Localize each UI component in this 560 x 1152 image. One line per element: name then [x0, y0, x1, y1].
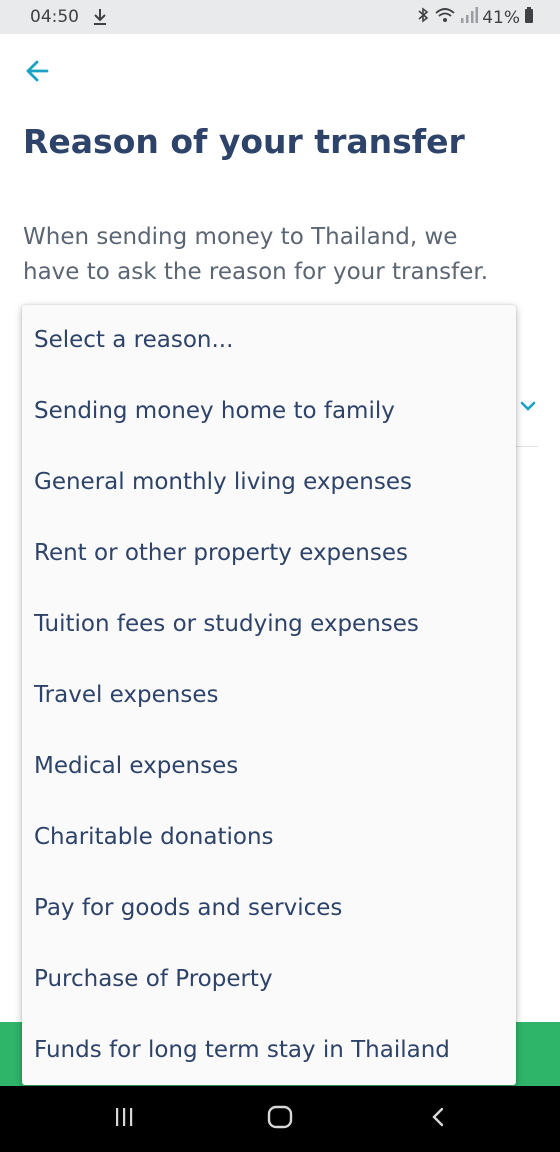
dropdown-option[interactable]: Tuition fees or studying expenses — [22, 589, 516, 660]
battery-icon — [524, 6, 534, 29]
back-nav-icon — [430, 1106, 446, 1132]
bluetooth-icon — [416, 6, 430, 29]
description-text: When sending money to Thailand, we have … — [23, 220, 533, 290]
dropdown-option[interactable]: Medical expenses — [22, 731, 516, 802]
signal-icon — [460, 6, 479, 29]
dropdown-option[interactable]: Funds for long term stay in Thailand — [22, 1015, 516, 1085]
description-line-1: When sending money to Thailand, we — [23, 224, 458, 250]
back-nav-button[interactable] — [408, 1086, 468, 1152]
dropdown-option[interactable]: Travel expenses — [22, 660, 516, 731]
dropdown-option[interactable]: Pay for goods and services — [22, 873, 516, 944]
chevron-down-icon[interactable] — [519, 398, 537, 412]
dropdown-option-placeholder[interactable]: Select a reason... — [22, 305, 516, 376]
dropdown-option[interactable]: General monthly living expenses — [22, 447, 516, 518]
page-title: Reason of your transfer — [23, 122, 465, 161]
home-icon — [267, 1105, 293, 1133]
status-bar: 04:50 41% — [0, 0, 560, 34]
battery-percent: 41% — [482, 7, 520, 28]
navigation-bar — [0, 1086, 560, 1152]
dropdown-option[interactable]: Purchase of Property — [22, 944, 516, 1015]
recent-apps-icon — [113, 1106, 135, 1132]
description-line-2: have to ask the reason for your transfer… — [23, 259, 489, 285]
dropdown-option[interactable]: Sending money home to family — [22, 376, 516, 447]
back-button[interactable] — [22, 56, 56, 86]
reason-dropdown-list[interactable]: Select a reason... Sending money home to… — [22, 305, 516, 1085]
download-icon — [92, 8, 108, 30]
wifi-icon — [434, 6, 456, 29]
status-time: 04:50 — [30, 7, 79, 27]
home-button[interactable] — [250, 1086, 310, 1152]
recent-apps-button[interactable] — [94, 1086, 154, 1152]
dropdown-option[interactable]: Charitable donations — [22, 802, 516, 873]
arrow-left-icon — [22, 60, 56, 90]
dropdown-option[interactable]: Rent or other property expenses — [22, 518, 516, 589]
status-icons: 41% — [416, 6, 534, 29]
